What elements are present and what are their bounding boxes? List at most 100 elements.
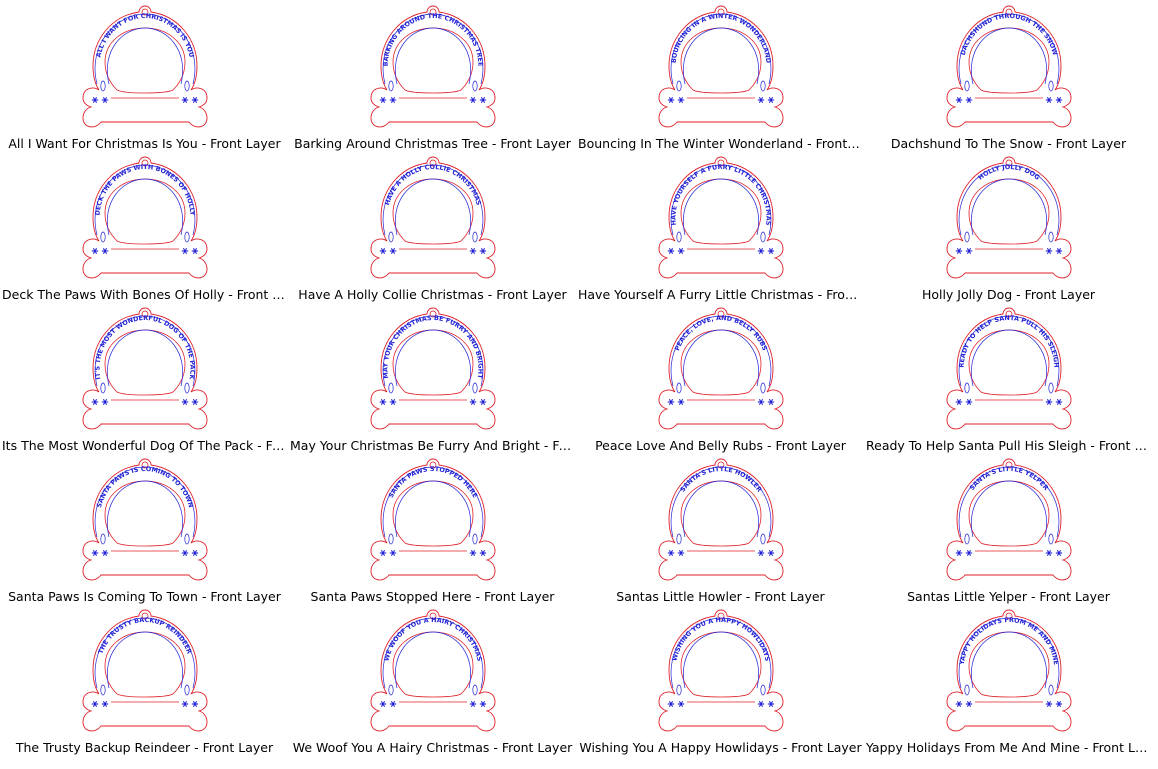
file-thumbnail[interactable]: DACHSHUND THROUGH THE SNOW [939, 4, 1079, 132]
ornament-preview-image: WE WOOF YOU A HAIRY CHRISTMAS [370, 609, 495, 732]
file-tile[interactable]: SANTA PAWS IS COMING TO TOWN Santa Paws I… [0, 457, 289, 608]
holly-leaf-icon [1047, 684, 1054, 696]
file-name-label[interactable]: The Trusty Backup Reindeer - Front Layer [0, 740, 289, 756]
snowflake-icon [1045, 549, 1052, 557]
arc-engrave-text: PEACE, LOVE, AND BELLY RUBS [673, 314, 769, 352]
arc-engrave-text: MAY YOUR CHRISTMAS BE FURRY AND BRIGHT [381, 314, 484, 380]
file-thumbnail[interactable]: HAVE A HOLLY COLLIE CHRISTMAS [363, 155, 503, 283]
file-name-label[interactable]: We Woof You A Hairy Christmas - Front La… [288, 740, 577, 756]
snowflake-icon [767, 96, 774, 104]
file-thumbnail[interactable]: YAPPY HOLIDAYS FROM ME AND MINE [939, 608, 1079, 736]
file-tile[interactable]: READY TO HELP SANTA PULL HIS SLEIGH Ready… [864, 306, 1153, 457]
file-name-label[interactable]: Santas Little Howler - Front Layer [576, 589, 865, 605]
file-tile[interactable]: WE WOOF YOU A HAIRY CHRISTMAS We Woof You… [288, 608, 577, 759]
file-thumbnail[interactable]: ALL I WANT FOR CHRISTMAS IS YOU [75, 4, 215, 132]
snowflake-icon [1055, 398, 1062, 406]
cut-outline [370, 458, 495, 581]
snowflake-icon [965, 700, 972, 708]
file-thumbnail[interactable]: PEACE, LOVE, AND BELLY RUBS [651, 306, 791, 434]
ornament-preview-image: THE TRUSTY BACKUP REINDEER [82, 609, 207, 732]
file-name-label[interactable]: Wishing You A Happy Howlidays - Front La… [576, 740, 865, 756]
snowflake-icon [667, 700, 674, 708]
snowflake-icon [91, 700, 98, 708]
photo-window-outline [392, 329, 473, 396]
file-tile[interactable]: YAPPY HOLIDAYS FROM ME AND MINE Yappy Hol… [864, 608, 1153, 759]
photo-window-outline [968, 27, 1049, 94]
snowflake-icon [479, 247, 486, 255]
file-thumbnail[interactable]: SANTA'S LITTLE YELPER [939, 457, 1079, 585]
file-name-label[interactable]: Yappy Holidays From Me And Mine - Front … [864, 740, 1153, 756]
holly-leaf-icon [675, 684, 682, 696]
snowflake-icon [667, 247, 674, 255]
file-thumbnail[interactable]: MAY YOUR CHRISTMAS BE FURRY AND BRIGHT [363, 306, 503, 434]
file-thumbnail[interactable]: WE WOOF YOU A HAIRY CHRISTMAS [363, 608, 503, 736]
file-thumbnail[interactable]: SANTA PAWS IS COMING TO TOWN [75, 457, 215, 585]
file-name-label[interactable]: Bouncing In The Winter Wonderland - Fron… [576, 136, 865, 152]
file-tile[interactable]: WISHING YOU A HAPPY HOWLIDAYS Wishing You… [576, 608, 865, 759]
ornament-preview-image: MAY YOUR CHRISTMAS BE FURRY AND BRIGHT [370, 307, 495, 430]
file-tile[interactable]: DECK THE PAWS WITH BONES OF HOLLY Deck Th… [0, 155, 289, 306]
holly-leaf-icon [471, 382, 478, 394]
holly-leaf-icon [759, 533, 766, 545]
file-tile[interactable]: BARKING AROUND THE CHRISTMAS TREE Barking… [288, 4, 577, 155]
snowflake-icon [667, 549, 674, 557]
cut-outline [946, 609, 1071, 732]
file-thumbnail[interactable]: BOUNCING IN A WINTER WONDERLAND [651, 4, 791, 132]
file-tile[interactable]: SANTA'S LITTLE YELPER Santas Little Yelpe… [864, 457, 1153, 608]
file-tile[interactable]: SANTA'S LITTLE HOWLER Santas Little Howle… [576, 457, 865, 608]
file-name-label[interactable]: Ready To Help Santa Pull His Sleigh - Fr… [864, 438, 1153, 454]
file-tile[interactable]: DACHSHUND THROUGH THE SNOW Dachshund To T… [864, 4, 1153, 155]
file-thumbnail[interactable]: HAVE YOURSELF A FURRY LITTLE CHRISTMAS [651, 155, 791, 283]
file-tile[interactable]: IT'S THE MOST WONDERFUL DOG OF THE PACK I… [0, 306, 289, 457]
file-tile[interactable]: HOLLY JOLLY DOG Holly Jolly Dog - Front L… [864, 155, 1153, 306]
file-tile[interactable]: THE TRUSTY BACKUP REINDEER The Trusty Bac… [0, 608, 289, 759]
file-thumbnail[interactable]: WISHING YOU A HAPPY HOWLIDAYS [651, 608, 791, 736]
file-thumbnail[interactable]: BARKING AROUND THE CHRISTMAS TREE [363, 4, 503, 132]
file-name-label[interactable]: Have Yourself A Furry Little Christmas -… [576, 287, 865, 303]
file-thumbnail[interactable]: THE TRUSTY BACKUP REINDEER [75, 608, 215, 736]
file-name-label[interactable]: Its The Most Wonderful Dog Of The Pack -… [0, 438, 289, 454]
snowflake-icon [379, 247, 386, 255]
snowflake-icon [767, 549, 774, 557]
file-name-label[interactable]: Deck The Paws With Bones Of Holly - Fron… [0, 287, 289, 303]
file-name-label[interactable]: Santa Paws Stopped Here - Front Layer [288, 589, 577, 605]
ornament-preview-image: ALL I WANT FOR CHRISTMAS IS YOU [82, 5, 207, 128]
cut-outline [658, 5, 783, 128]
ornament-preview-image: SANTA PAWS IS COMING TO TOWN [82, 458, 207, 581]
cut-outline [946, 5, 1071, 128]
file-name-label[interactable]: Have A Holly Collie Christmas - Front La… [288, 287, 577, 303]
file-name-label[interactable]: Barking Around Christmas Tree - Front La… [288, 136, 577, 152]
file-thumbnail[interactable]: HOLLY JOLLY DOG [939, 155, 1079, 283]
file-name-label[interactable]: Peace Love And Belly Rubs - Front Layer [576, 438, 865, 454]
file-tile[interactable]: ALL I WANT FOR CHRISTMAS IS YOU All I Wan… [0, 4, 289, 155]
file-thumbnail[interactable]: SANTA PAWS STOPPED HERE [363, 457, 503, 585]
file-tile[interactable]: PEACE, LOVE, AND BELLY RUBS Peace Love An… [576, 306, 865, 457]
cut-outline [82, 156, 207, 279]
holly-leaf-icon [471, 80, 478, 92]
snowflake-icon [1045, 96, 1052, 104]
snowflake-icon [101, 549, 108, 557]
file-name-label[interactable]: All I Want For Christmas Is You - Front … [0, 136, 289, 152]
file-tile[interactable]: MAY YOUR CHRISTMAS BE FURRY AND BRIGHT Ma… [288, 306, 577, 457]
ornament-preview-image: READY TO HELP SANTA PULL HIS SLEIGH [946, 307, 1071, 430]
snowflake-icon [1055, 247, 1062, 255]
file-name-label[interactable]: May Your Christmas Be Furry And Bright -… [288, 438, 577, 454]
snowflake-icon [479, 398, 486, 406]
snowflake-icon [955, 398, 962, 406]
snowflake-icon [191, 549, 198, 557]
file-thumbnail[interactable]: DECK THE PAWS WITH BONES OF HOLLY [75, 155, 215, 283]
file-tile[interactable]: HAVE A HOLLY COLLIE CHRISTMAS Have A Holl… [288, 155, 577, 306]
file-name-label[interactable]: Dachshund To The Snow - Front Layer [864, 136, 1153, 152]
file-thumbnail[interactable]: SANTA'S LITTLE HOWLER [651, 457, 791, 585]
holly-leaf-icon [387, 533, 394, 545]
file-name-label[interactable]: Holly Jolly Dog - Front Layer [864, 287, 1153, 303]
snowflake-icon [91, 247, 98, 255]
file-thumbnail[interactable]: IT'S THE MOST WONDERFUL DOG OF THE PACK [75, 306, 215, 434]
file-tile[interactable]: HAVE YOURSELF A FURRY LITTLE CHRISTMAS Ha… [576, 155, 865, 306]
snowflake-icon [479, 700, 486, 708]
file-tile[interactable]: BOUNCING IN A WINTER WONDERLAND Bouncing … [576, 4, 865, 155]
file-thumbnail[interactable]: READY TO HELP SANTA PULL HIS SLEIGH [939, 306, 1079, 434]
file-name-label[interactable]: Santas Little Yelper - Front Layer [864, 589, 1153, 605]
file-tile[interactable]: SANTA PAWS STOPPED HERE Santa Paws Stoppe… [288, 457, 577, 608]
file-name-label[interactable]: Santa Paws Is Coming To Town - Front Lay… [0, 589, 289, 605]
